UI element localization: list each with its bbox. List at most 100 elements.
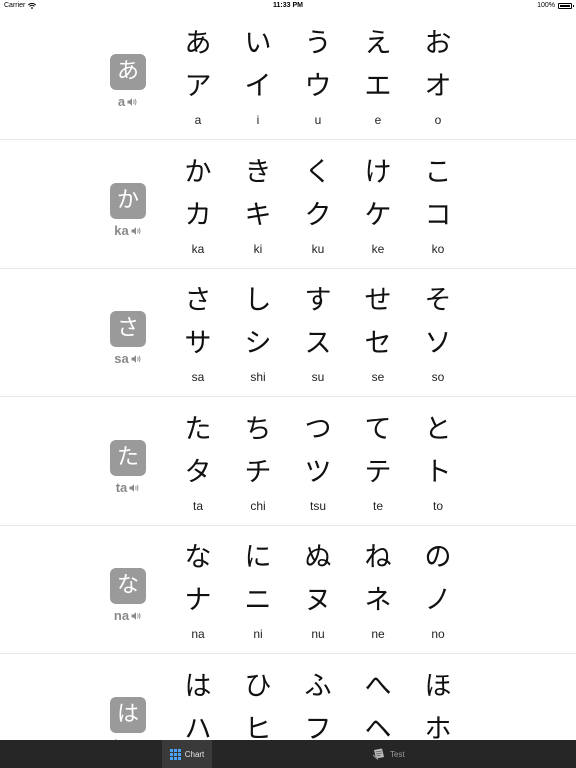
row-header[interactable]: な na bbox=[110, 568, 146, 623]
cell-roma[interactable]: to bbox=[408, 499, 468, 513]
row-kana-button[interactable]: さ bbox=[110, 311, 146, 347]
row-romaji[interactable]: a bbox=[118, 94, 138, 109]
cell-roma[interactable]: shi bbox=[228, 370, 288, 384]
cell-roma[interactable]: so bbox=[408, 370, 468, 384]
cell-roma[interactable]: chi bbox=[228, 499, 288, 513]
cell-hira[interactable]: ち bbox=[228, 413, 288, 447]
row-kana-button[interactable]: か bbox=[110, 183, 146, 219]
cell-hira[interactable]: け bbox=[348, 156, 408, 190]
speaker-icon[interactable] bbox=[127, 97, 138, 107]
tab-test[interactable]: Test bbox=[372, 740, 412, 768]
cell-hira[interactable]: そ bbox=[408, 284, 468, 318]
cell-kata[interactable]: ヘ bbox=[348, 713, 408, 740]
cell-hira[interactable]: あ bbox=[168, 27, 228, 61]
speaker-icon[interactable] bbox=[129, 483, 140, 493]
cell-hira[interactable]: つ bbox=[288, 413, 348, 447]
cell-hira[interactable]: ほ bbox=[408, 670, 468, 704]
cell-roma[interactable]: o bbox=[408, 113, 468, 127]
row-romaji[interactable]: ka bbox=[114, 223, 141, 238]
cell-kata[interactable]: ウ bbox=[288, 70, 348, 104]
row-header[interactable]: さ sa bbox=[110, 311, 146, 366]
cell-kata[interactable]: ホ bbox=[408, 713, 468, 740]
cell-kata[interactable]: ヌ bbox=[288, 584, 348, 618]
cell-hira[interactable]: え bbox=[348, 27, 408, 61]
row-kana-button[interactable]: あ bbox=[110, 54, 146, 90]
cell-kata[interactable]: ス bbox=[288, 327, 348, 361]
row-kana-button[interactable]: は bbox=[110, 697, 146, 733]
cell-roma[interactable]: nu bbox=[288, 627, 348, 641]
cell-hira[interactable]: き bbox=[228, 156, 288, 190]
cell-hira[interactable]: の bbox=[408, 541, 468, 575]
cell-roma[interactable]: ku bbox=[288, 242, 348, 256]
cell-kata[interactable]: タ bbox=[168, 456, 228, 490]
kana-chart[interactable]: あ a あア a いイ i うウ u えエ e おオ o か ka かカ ka きキ ki くク ku けケ ke こコ ko… bbox=[0, 12, 576, 740]
cell-roma[interactable]: ki bbox=[228, 242, 288, 256]
cell-kata[interactable]: オ bbox=[408, 70, 468, 104]
row-header[interactable]: か ka bbox=[110, 183, 146, 238]
cell-hira[interactable]: な bbox=[168, 541, 228, 575]
cell-kata[interactable]: サ bbox=[168, 327, 228, 361]
cell-hira[interactable]: と bbox=[408, 413, 468, 447]
cell-roma[interactable]: ni bbox=[228, 627, 288, 641]
cell-kata[interactable]: テ bbox=[348, 456, 408, 490]
cell-hira[interactable]: く bbox=[288, 156, 348, 190]
cell-roma[interactable]: ka bbox=[168, 242, 228, 256]
cell-hira[interactable]: ひ bbox=[228, 670, 288, 704]
cell-kata[interactable]: チ bbox=[228, 456, 288, 490]
cell-roma[interactable]: ke bbox=[348, 242, 408, 256]
cell-kata[interactable]: コ bbox=[408, 199, 468, 233]
cell-kata[interactable]: ク bbox=[288, 199, 348, 233]
cell-roma[interactable]: ta bbox=[168, 499, 228, 513]
row-kana-button[interactable]: な bbox=[110, 568, 146, 604]
row-romaji[interactable]: ta bbox=[116, 480, 141, 495]
row-header[interactable]: あa bbox=[110, 54, 146, 109]
cell-hira[interactable]: た bbox=[168, 413, 228, 447]
cell-hira[interactable]: い bbox=[228, 27, 288, 61]
cell-roma[interactable]: no bbox=[408, 627, 468, 641]
cell-kata[interactable]: ナ bbox=[168, 584, 228, 618]
cell-roma[interactable]: sa bbox=[168, 370, 228, 384]
cell-kata[interactable]: ツ bbox=[288, 456, 348, 490]
cell-kata[interactable]: ハ bbox=[168, 713, 228, 740]
cell-roma[interactable]: su bbox=[288, 370, 348, 384]
cell-hira[interactable]: こ bbox=[408, 156, 468, 190]
cell-roma[interactable]: tsu bbox=[288, 499, 348, 513]
cell-kata[interactable]: ヒ bbox=[228, 713, 288, 740]
cell-hira[interactable]: し bbox=[228, 284, 288, 318]
cell-kata[interactable]: キ bbox=[228, 199, 288, 233]
cell-hira[interactable]: ぬ bbox=[288, 541, 348, 575]
cell-roma[interactable]: i bbox=[228, 113, 288, 127]
cell-kata[interactable]: ト bbox=[408, 456, 468, 490]
row-kana-button[interactable]: た bbox=[110, 440, 146, 476]
cell-hira[interactable]: は bbox=[168, 670, 228, 704]
cell-hira[interactable]: て bbox=[348, 413, 408, 447]
tab-chart[interactable]: Chart bbox=[162, 740, 212, 768]
row-romaji[interactable]: sa bbox=[114, 351, 141, 366]
cell-hira[interactable]: ふ bbox=[288, 670, 348, 704]
cell-kata[interactable]: シ bbox=[228, 327, 288, 361]
cell-hira[interactable]: に bbox=[228, 541, 288, 575]
cell-roma[interactable]: e bbox=[348, 113, 408, 127]
cell-hira[interactable]: ね bbox=[348, 541, 408, 575]
cell-kata[interactable]: ソ bbox=[408, 327, 468, 361]
cell-kata[interactable]: ネ bbox=[348, 584, 408, 618]
cell-hira[interactable]: せ bbox=[348, 284, 408, 318]
row-header[interactable]: た ta bbox=[110, 440, 146, 495]
cell-roma[interactable]: se bbox=[348, 370, 408, 384]
cell-kata[interactable]: フ bbox=[288, 713, 348, 740]
cell-hira[interactable]: か bbox=[168, 156, 228, 190]
cell-kata[interactable]: ア bbox=[168, 70, 228, 104]
row-romaji[interactable]: na bbox=[114, 608, 142, 623]
cell-kata[interactable]: ケ bbox=[348, 199, 408, 233]
cell-roma[interactable]: te bbox=[348, 499, 408, 513]
cell-kata[interactable]: ニ bbox=[228, 584, 288, 618]
cell-kata[interactable]: イ bbox=[228, 70, 288, 104]
cell-kata[interactable]: エ bbox=[348, 70, 408, 104]
speaker-icon[interactable] bbox=[131, 354, 142, 364]
cell-roma[interactable]: ko bbox=[408, 242, 468, 256]
cell-roma[interactable]: na bbox=[168, 627, 228, 641]
row-header[interactable]: はha bbox=[110, 697, 146, 740]
speaker-icon[interactable] bbox=[131, 611, 142, 621]
cell-hira[interactable]: う bbox=[288, 27, 348, 61]
cell-hira[interactable]: お bbox=[408, 27, 468, 61]
